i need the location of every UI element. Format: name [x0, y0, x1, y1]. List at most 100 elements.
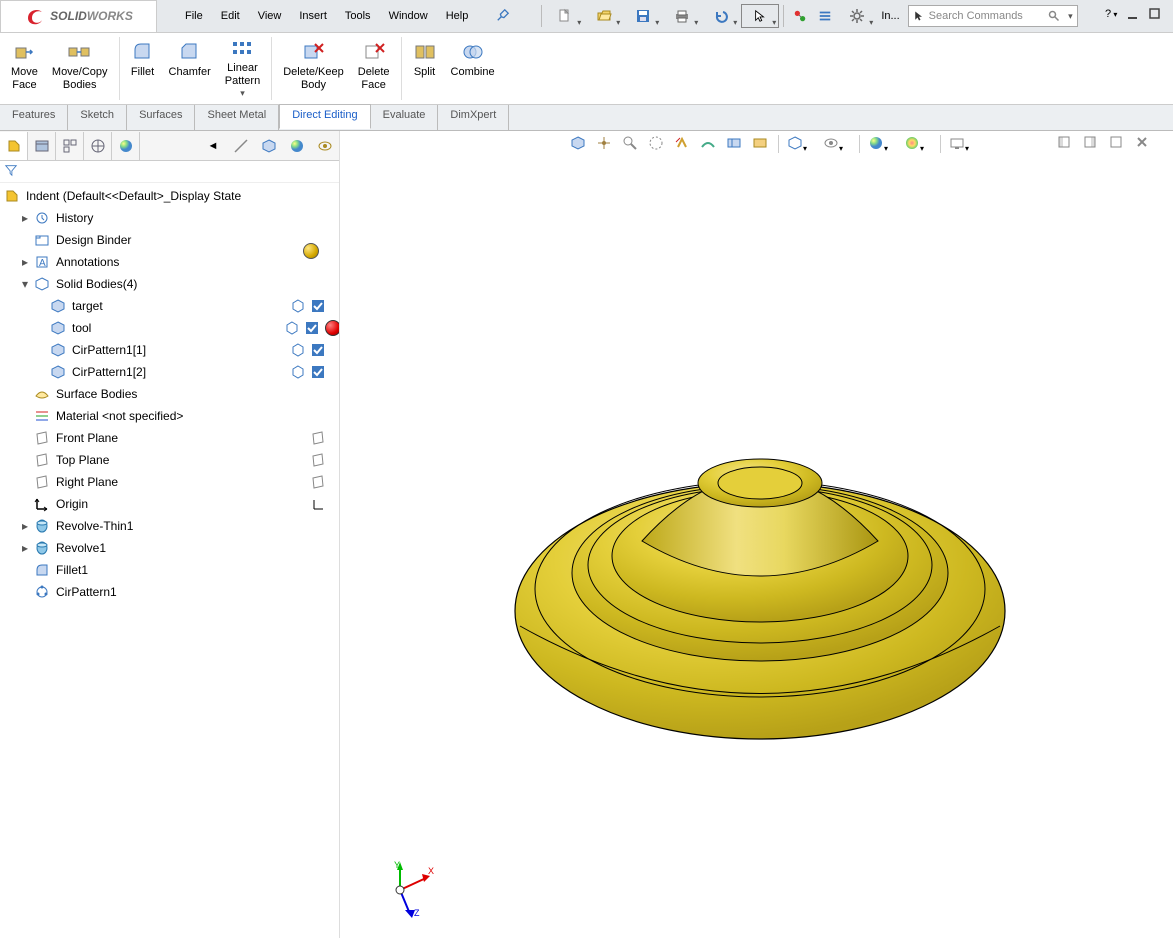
viewport-right-button[interactable] [1083, 135, 1101, 153]
panel-next-button[interactable] [227, 132, 255, 160]
menu-file[interactable]: File [177, 6, 211, 26]
tree-revolve-thin[interactable]: ▸Revolve-Thin1 [0, 515, 339, 537]
undo-button[interactable]: ▾ [702, 4, 740, 28]
tree-label: Front Plane [56, 431, 118, 445]
tree-material[interactable]: Material <not specified> [0, 405, 339, 427]
tab-sheet-metal[interactable]: Sheet Metal [195, 105, 279, 130]
tree-body-cir1[interactable]: CirPattern1[1] [0, 339, 339, 361]
fillet-button[interactable]: Fillet [124, 35, 162, 102]
split-button[interactable]: Split [406, 35, 444, 102]
menu-window[interactable]: Window [381, 6, 436, 26]
display-style-button[interactable] [700, 135, 718, 153]
dim-manager-tab[interactable] [84, 132, 112, 160]
apply-scene-button[interactable]: ▾ [868, 135, 896, 153]
tree-origin[interactable]: Origin [0, 493, 339, 515]
tree-body-tool[interactable]: tool [0, 317, 339, 339]
menu-insert[interactable]: Insert [291, 6, 335, 26]
tree-label: Revolve1 [56, 541, 106, 555]
tree-history[interactable]: ▸History [0, 207, 339, 229]
view-settings-button[interactable]: ▾ [787, 135, 815, 153]
delete-keep-label: Delete/Keep Body [283, 66, 344, 92]
filter-row[interactable] [0, 161, 339, 183]
pin-icon[interactable] [488, 4, 518, 29]
move-face-button[interactable]: Move Face [4, 35, 45, 102]
feature-tree-tab[interactable] [0, 132, 28, 160]
tree-front-plane[interactable]: Front Plane [0, 427, 339, 449]
options-button[interactable]: ▾ [838, 4, 876, 28]
section-view-button[interactable] [648, 135, 666, 153]
tree-root-part[interactable]: Indent (Default<<Default>_Display State [0, 185, 339, 207]
tree-top-plane[interactable]: Top Plane [0, 449, 339, 471]
panel-box-button[interactable] [255, 132, 283, 160]
combine-button[interactable]: Combine [444, 35, 502, 102]
search-dropdown-caret[interactable]: ▾ [1068, 11, 1073, 22]
viewport-left-button[interactable] [1057, 135, 1075, 153]
render-tools-button[interactable]: ▾ [949, 135, 977, 153]
plane-icon [34, 474, 50, 490]
orientation-triad[interactable]: Y X Z [380, 860, 440, 920]
viewport-close-button[interactable] [1135, 135, 1153, 153]
linear-pattern-button[interactable]: Linear Pattern ▾ [218, 35, 267, 102]
tab-sketch[interactable]: Sketch [68, 105, 127, 130]
hide-types-button[interactable]: ▾ [823, 135, 851, 153]
print-button[interactable]: ▾ [663, 4, 701, 28]
tree-right-plane[interactable]: Right Plane [0, 471, 339, 493]
move-face-label: Move Face [11, 66, 38, 92]
zoom-fit-button[interactable] [570, 135, 588, 153]
move-copy-bodies-button[interactable]: Move/Copy Bodies [45, 35, 115, 102]
tree-body-cir2[interactable]: CirPattern1[2] [0, 361, 339, 383]
hide-show-button[interactable] [726, 135, 744, 153]
search-box[interactable]: Search Commands ▾ [908, 5, 1078, 27]
check-icon[interactable] [311, 365, 325, 379]
delete-face-button[interactable]: Delete Face [351, 35, 397, 102]
rebuild-button[interactable] [788, 4, 812, 28]
minimize-button[interactable] [1127, 8, 1143, 24]
chamfer-button[interactable]: Chamfer [162, 35, 218, 102]
tree-cirpattern1[interactable]: CirPattern1 [0, 581, 339, 603]
menu-edit[interactable]: Edit [213, 6, 248, 26]
viewport-max-button[interactable] [1109, 135, 1127, 153]
display-manager-tab[interactable] [112, 132, 140, 160]
property-manager-tab[interactable] [28, 132, 56, 160]
body-icon [285, 321, 299, 335]
menu-view[interactable]: View [250, 6, 290, 26]
panel-eye-button[interactable] [311, 132, 339, 160]
qat-label-in[interactable]: In... [877, 10, 903, 22]
apply-appearance-button[interactable]: ▾ [904, 135, 932, 153]
panel-back-button[interactable]: ◄ [199, 132, 227, 160]
config-manager-tab[interactable] [56, 132, 84, 160]
menu-tools[interactable]: Tools [337, 6, 379, 26]
check-icon[interactable] [311, 343, 325, 357]
delete-keep-body-button[interactable]: Delete/Keep Body [276, 35, 351, 102]
new-document-button[interactable]: ▾ [546, 4, 584, 28]
tab-evaluate[interactable]: Evaluate [371, 105, 439, 130]
tree-revolve1[interactable]: ▸Revolve1 [0, 537, 339, 559]
maximize-button[interactable] [1149, 8, 1165, 24]
zoom-area-button[interactable] [596, 135, 614, 153]
tree-solid-bodies[interactable]: ▾Solid Bodies(4) [0, 273, 339, 295]
tree-body-target[interactable]: target [0, 295, 339, 317]
check-icon[interactable] [305, 321, 319, 335]
tree-design-binder[interactable]: Design Binder [0, 229, 339, 251]
funnel-icon [4, 163, 18, 177]
help-button[interactable]: ? ▾ [1105, 8, 1121, 24]
tab-dimxpert[interactable]: DimXpert [438, 105, 509, 130]
graphics-viewport[interactable]: ▾ ▾ ▾ ▾ ▾ [340, 131, 1173, 938]
tree-annotations[interactable]: ▸AAnnotations [0, 251, 339, 273]
menu-help[interactable]: Help [438, 6, 477, 26]
tab-direct-editing[interactable]: Direct Editing [279, 104, 370, 129]
tab-features[interactable]: Features [0, 105, 68, 130]
tree-surface-bodies[interactable]: Surface Bodies [0, 383, 339, 405]
view-orient-button[interactable] [674, 135, 692, 153]
panel-color-button[interactable] [283, 132, 311, 160]
check-icon[interactable] [311, 299, 325, 313]
feature-tree[interactable]: Indent (Default<<Default>_Display State … [0, 183, 339, 605]
open-button[interactable]: ▾ [585, 4, 623, 28]
save-button[interactable]: ▾ [624, 4, 662, 28]
prev-view-button[interactable] [622, 135, 640, 153]
settings-list-button[interactable] [813, 4, 837, 28]
select-button[interactable]: ▾ [741, 4, 779, 28]
edit-appearance-button[interactable] [752, 135, 770, 153]
tree-fillet1[interactable]: Fillet1 [0, 559, 339, 581]
tab-surfaces[interactable]: Surfaces [127, 105, 195, 130]
